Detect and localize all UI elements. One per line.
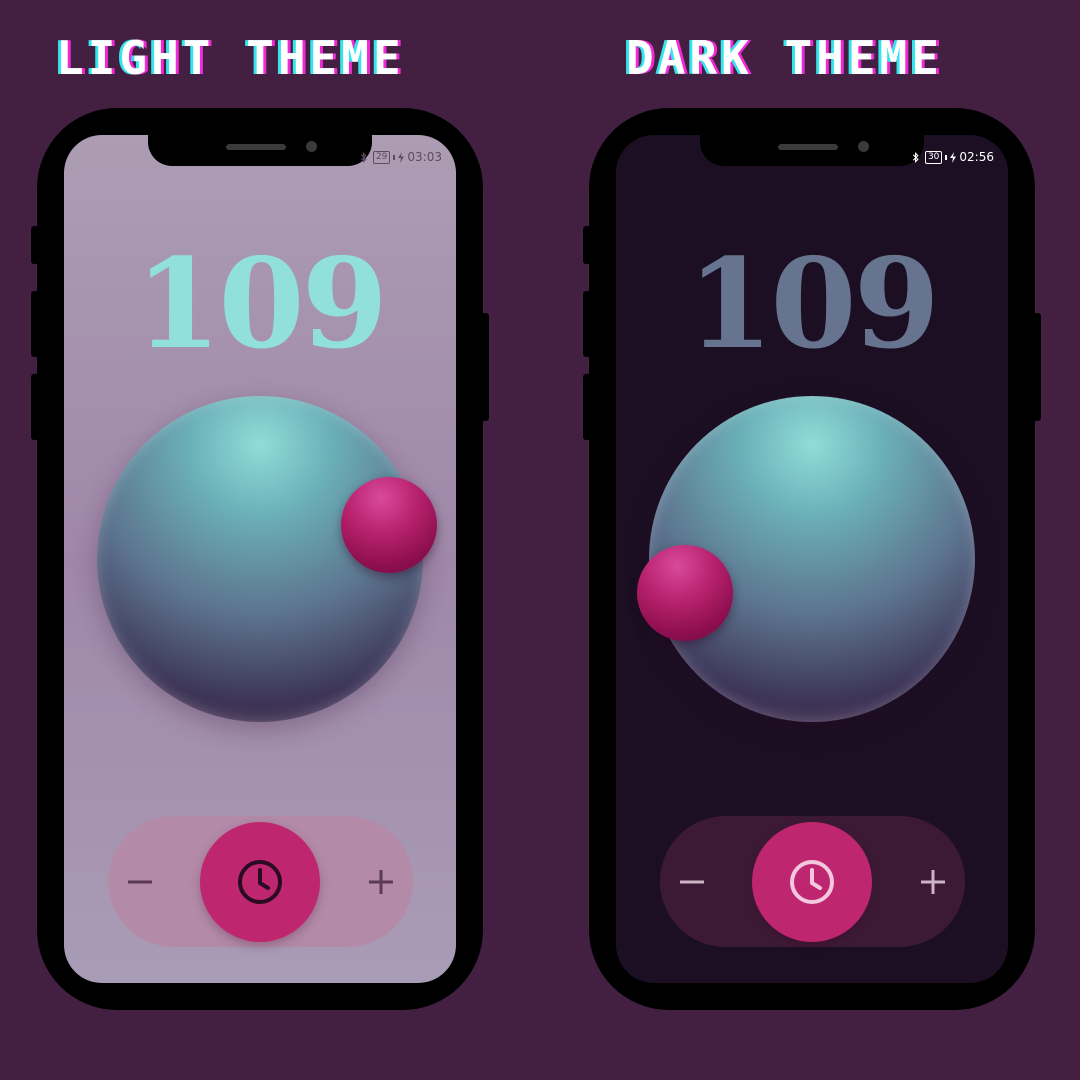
light-theme-heading: LIGHT THEME bbox=[56, 31, 405, 85]
control-bar bbox=[660, 816, 965, 947]
plus-icon bbox=[369, 870, 393, 894]
phone-screen: 30 02:56 109 bbox=[616, 135, 1008, 983]
increment-button[interactable] bbox=[351, 852, 411, 912]
minus-icon bbox=[128, 880, 152, 884]
battery-icon bbox=[393, 154, 396, 160]
clock-icon bbox=[238, 860, 282, 904]
front-camera bbox=[858, 141, 869, 152]
minus-icon bbox=[680, 880, 704, 884]
timer-button[interactable] bbox=[752, 822, 872, 942]
charging-icon bbox=[950, 151, 957, 163]
battery-level: 29 bbox=[372, 150, 391, 164]
decrement-button[interactable] bbox=[110, 852, 170, 912]
counter-value: 109 bbox=[687, 232, 940, 377]
orbiting-moon[interactable] bbox=[637, 545, 733, 641]
increment-button[interactable] bbox=[903, 852, 963, 912]
counter-value: 109 bbox=[135, 232, 388, 377]
battery-level: 30 bbox=[924, 150, 943, 164]
speaker-grille bbox=[778, 144, 838, 150]
speaker-grille bbox=[226, 144, 286, 150]
status-time: 03:03 bbox=[407, 150, 442, 164]
clock-icon bbox=[790, 860, 834, 904]
timer-button[interactable] bbox=[200, 822, 320, 942]
notch bbox=[700, 135, 924, 166]
bluetooth-icon bbox=[912, 151, 919, 163]
battery-icon bbox=[945, 154, 948, 160]
bluetooth-icon bbox=[360, 151, 367, 163]
orbiting-moon[interactable] bbox=[341, 477, 437, 573]
status-bar: 30 02:56 bbox=[912, 149, 994, 165]
light-theme-phone: 29 03:03 109 bbox=[31, 108, 489, 1010]
front-camera bbox=[306, 141, 317, 152]
status-bar: 29 03:03 bbox=[360, 149, 442, 165]
charging-icon bbox=[398, 151, 405, 163]
decrement-button[interactable] bbox=[662, 852, 722, 912]
dark-theme-phone: 30 02:56 109 bbox=[583, 108, 1041, 1010]
control-bar bbox=[108, 816, 413, 947]
phone-screen: 29 03:03 109 bbox=[64, 135, 456, 983]
dark-theme-heading: DARK THEME bbox=[626, 31, 943, 85]
plus-icon bbox=[921, 870, 945, 894]
notch bbox=[148, 135, 372, 166]
status-time: 02:56 bbox=[959, 150, 994, 164]
